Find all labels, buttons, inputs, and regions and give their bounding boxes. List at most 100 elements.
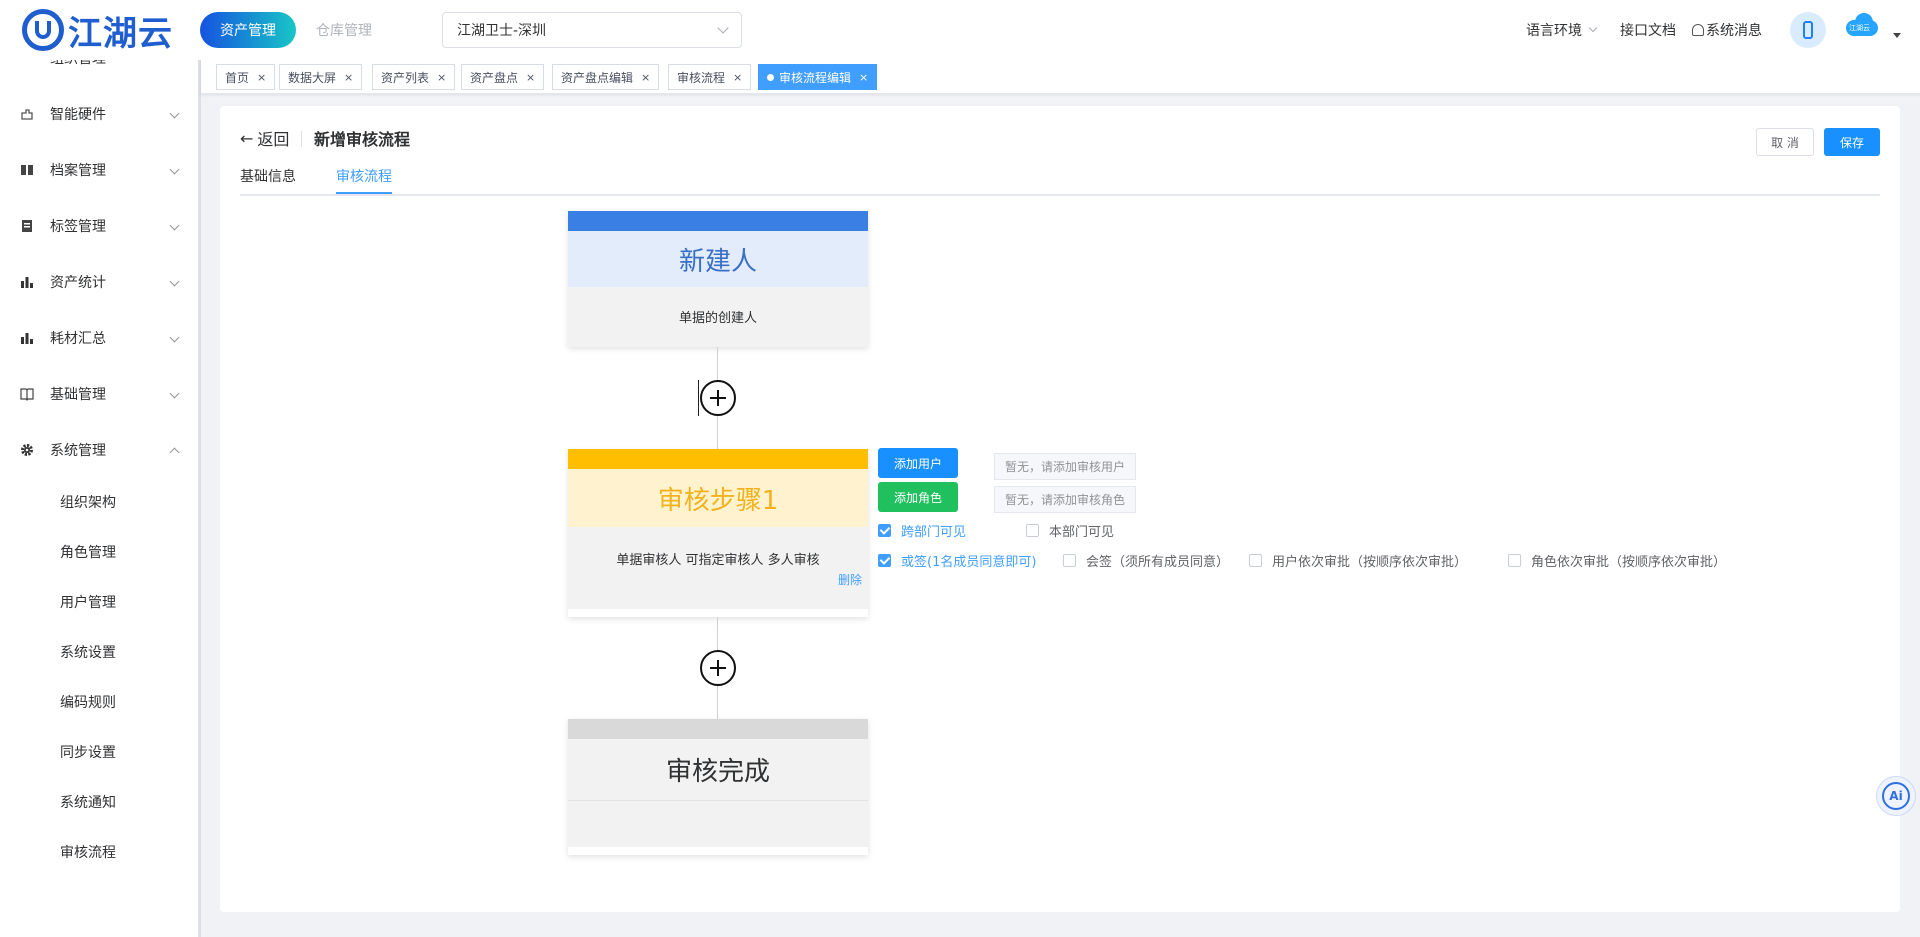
bar-chart-icon [21, 277, 33, 288]
checkbox-checked-icon [878, 524, 891, 537]
sidebar-item-label: 智能硬件 [50, 107, 106, 123]
save-button[interactable]: 保存 [1824, 128, 1880, 156]
checkbox-icon [1249, 554, 1262, 567]
tag-label: 数据大屏 [288, 70, 337, 85]
tag-data-screen[interactable]: 数据大屏 × [279, 64, 363, 90]
tab-review-flow[interactable]: 审核流程 [336, 166, 392, 186]
close-icon[interactable]: × [344, 71, 353, 84]
own-dept-checkbox[interactable]: 本部门可见 [1026, 521, 1114, 540]
checkbox-checked-icon [878, 554, 891, 567]
close-icon[interactable]: × [733, 71, 742, 84]
checkbox-icon [1508, 554, 1521, 567]
tab-basic-info[interactable]: 基础信息 [240, 166, 296, 186]
sidebar-subitem-system-notice[interactable]: 系统通知 [0, 777, 199, 827]
flow-step-node[interactable]: 审核步骤1 单据审核人 可指定审核人 多人审核 删除 [568, 449, 868, 617]
chevron-down-icon [717, 22, 729, 34]
tag-label: 审核流程 [677, 70, 726, 85]
checkbox-icon [1063, 554, 1076, 567]
open-book-icon [20, 388, 34, 401]
add-role-button[interactable]: 添加角色 [878, 482, 958, 512]
close-icon[interactable]: × [526, 71, 535, 84]
tag-home[interactable]: 首页 × [216, 64, 276, 90]
own-dept-label: 本部门可见 [1049, 525, 1115, 540]
user-sequential-checkbox[interactable]: 用户依次审批（按顺序依次审批） [1249, 551, 1467, 570]
tag-asset-inventory-edit[interactable]: 资产盘点编辑 × [552, 64, 660, 90]
or-sign-checkbox[interactable]: 或签(1名成员同意即可) [878, 551, 1036, 570]
sidebar-item-basic-management[interactable]: 基础管理 [0, 366, 199, 422]
sidebar-subitem-org-structure[interactable]: 组织架构 [0, 477, 199, 527]
cross-dept-checkbox[interactable]: 跨部门可见 [878, 521, 966, 540]
chevron-down-icon [1588, 23, 1598, 33]
role-sequential-checkbox[interactable]: 角色依次审批（按顺序依次审批） [1508, 551, 1726, 570]
language-label: 语言环境 [1526, 23, 1582, 39]
top-tab-asset-management[interactable]: 资产管理 [200, 12, 296, 48]
hardware-icon [21, 109, 33, 120]
ai-icon: Ai [1882, 782, 1910, 810]
close-icon[interactable]: × [641, 71, 650, 84]
back-label: 返回 [257, 130, 290, 149]
tag-label: 审核流程编辑 [779, 70, 852, 85]
sidebar-item-smart-hardware[interactable]: 智能硬件 [0, 86, 199, 142]
sidebar-item-asset-statistics[interactable]: 资产统计 [0, 254, 199, 310]
sidebar-item-label-management[interactable]: 标签管理 [0, 198, 199, 254]
bar-chart-icon [21, 333, 33, 344]
form-tabs: 基础信息 审核流程 [240, 158, 1880, 196]
language-menu[interactable]: 语言环境 [1526, 0, 1598, 60]
add-step-icon[interactable] [700, 380, 736, 416]
sidebar-subitem-role-management[interactable]: 角色管理 [0, 527, 199, 577]
end-node-title: 审核完成 [568, 739, 868, 801]
close-icon[interactable]: × [257, 71, 266, 84]
cancel-button[interactable]: 取 消 [1756, 128, 1814, 156]
checkbox-icon [1026, 524, 1039, 537]
logo[interactable]: 江湖云 [22, 9, 173, 54]
sidebar-item-consumables-summary[interactable]: 耗材汇总 [0, 310, 199, 366]
back-button[interactable]: ← 返回 [240, 126, 289, 150]
cross-dept-label: 跨部门可见 [901, 525, 967, 540]
start-node-title: 新建人 [568, 231, 868, 287]
start-node-desc: 单据的创建人 [678, 311, 757, 326]
top-tab-warehouse-management[interactable]: 仓库管理 [296, 12, 392, 48]
chevron-down-icon [169, 220, 180, 231]
sidebar-subitem-coding-rules[interactable]: 编码规则 [0, 677, 199, 727]
api-doc-link[interactable]: 接口文档 [1620, 0, 1676, 60]
tag-review-flow[interactable]: 审核流程 × [668, 64, 752, 90]
sidebar-item-org-management[interactable]: 组织管理 [0, 60, 199, 86]
chevron-up-icon [169, 447, 180, 458]
cloud-logo-text: 江湖云 [1849, 24, 1870, 32]
sidebar-item-label: 耗材汇总 [50, 331, 106, 347]
close-icon[interactable]: × [859, 71, 868, 84]
book-icon [21, 165, 33, 175]
mobile-button[interactable] [1790, 12, 1826, 48]
co-sign-checkbox[interactable]: 会签（须所有成员同意） [1063, 551, 1229, 570]
close-icon[interactable]: × [437, 71, 446, 84]
review-users-empty: 暂无，请添加审核用户 [994, 453, 1136, 480]
phone-icon [1803, 21, 1813, 39]
sidebar-item-label: 基础管理 [50, 387, 106, 403]
gear-icon [21, 444, 33, 456]
chevron-down-icon [169, 388, 180, 399]
sidebar-item-archive-management[interactable]: 档案管理 [0, 142, 199, 198]
system-messages-link[interactable]: 系统消息 [1692, 0, 1762, 60]
caret-down-icon[interactable] [1893, 33, 1901, 38]
logo-icon [22, 9, 64, 51]
user-avatar[interactable]: 江湖云 [1842, 12, 1882, 38]
sidebar-item-label: 档案管理 [50, 163, 106, 179]
add-step-icon[interactable] [700, 650, 736, 686]
tag-label: 资产盘点编辑 [561, 70, 634, 85]
tag-asset-inventory[interactable]: 资产盘点 × [461, 64, 545, 90]
tag-asset-list[interactable]: 资产列表 × [372, 64, 456, 90]
add-user-button[interactable]: 添加用户 [878, 448, 958, 478]
role-sequential-label: 角色依次审批（按顺序依次审批） [1531, 555, 1727, 570]
sidebar-subitem-system-settings[interactable]: 系统设置 [0, 627, 199, 677]
sidebar-subitem-review-flow[interactable]: 审核流程 [0, 827, 199, 877]
sidebar-divider [198, 60, 201, 937]
org-select[interactable]: 江湖卫士-深圳 [442, 12, 742, 48]
bell-icon [1692, 24, 1704, 36]
tag-review-flow-edit[interactable]: 审核流程编辑 × [758, 64, 878, 90]
sidebar-subitem-sync-settings[interactable]: 同步设置 [0, 727, 199, 777]
ai-assistant-button[interactable]: Ai [1876, 776, 1916, 816]
active-dot-icon [767, 73, 774, 81]
sidebar-subitem-user-management[interactable]: 用户管理 [0, 577, 199, 627]
delete-step-link[interactable]: 删除 [838, 571, 862, 588]
sidebar-item-system-management[interactable]: 系统管理 [0, 422, 199, 478]
